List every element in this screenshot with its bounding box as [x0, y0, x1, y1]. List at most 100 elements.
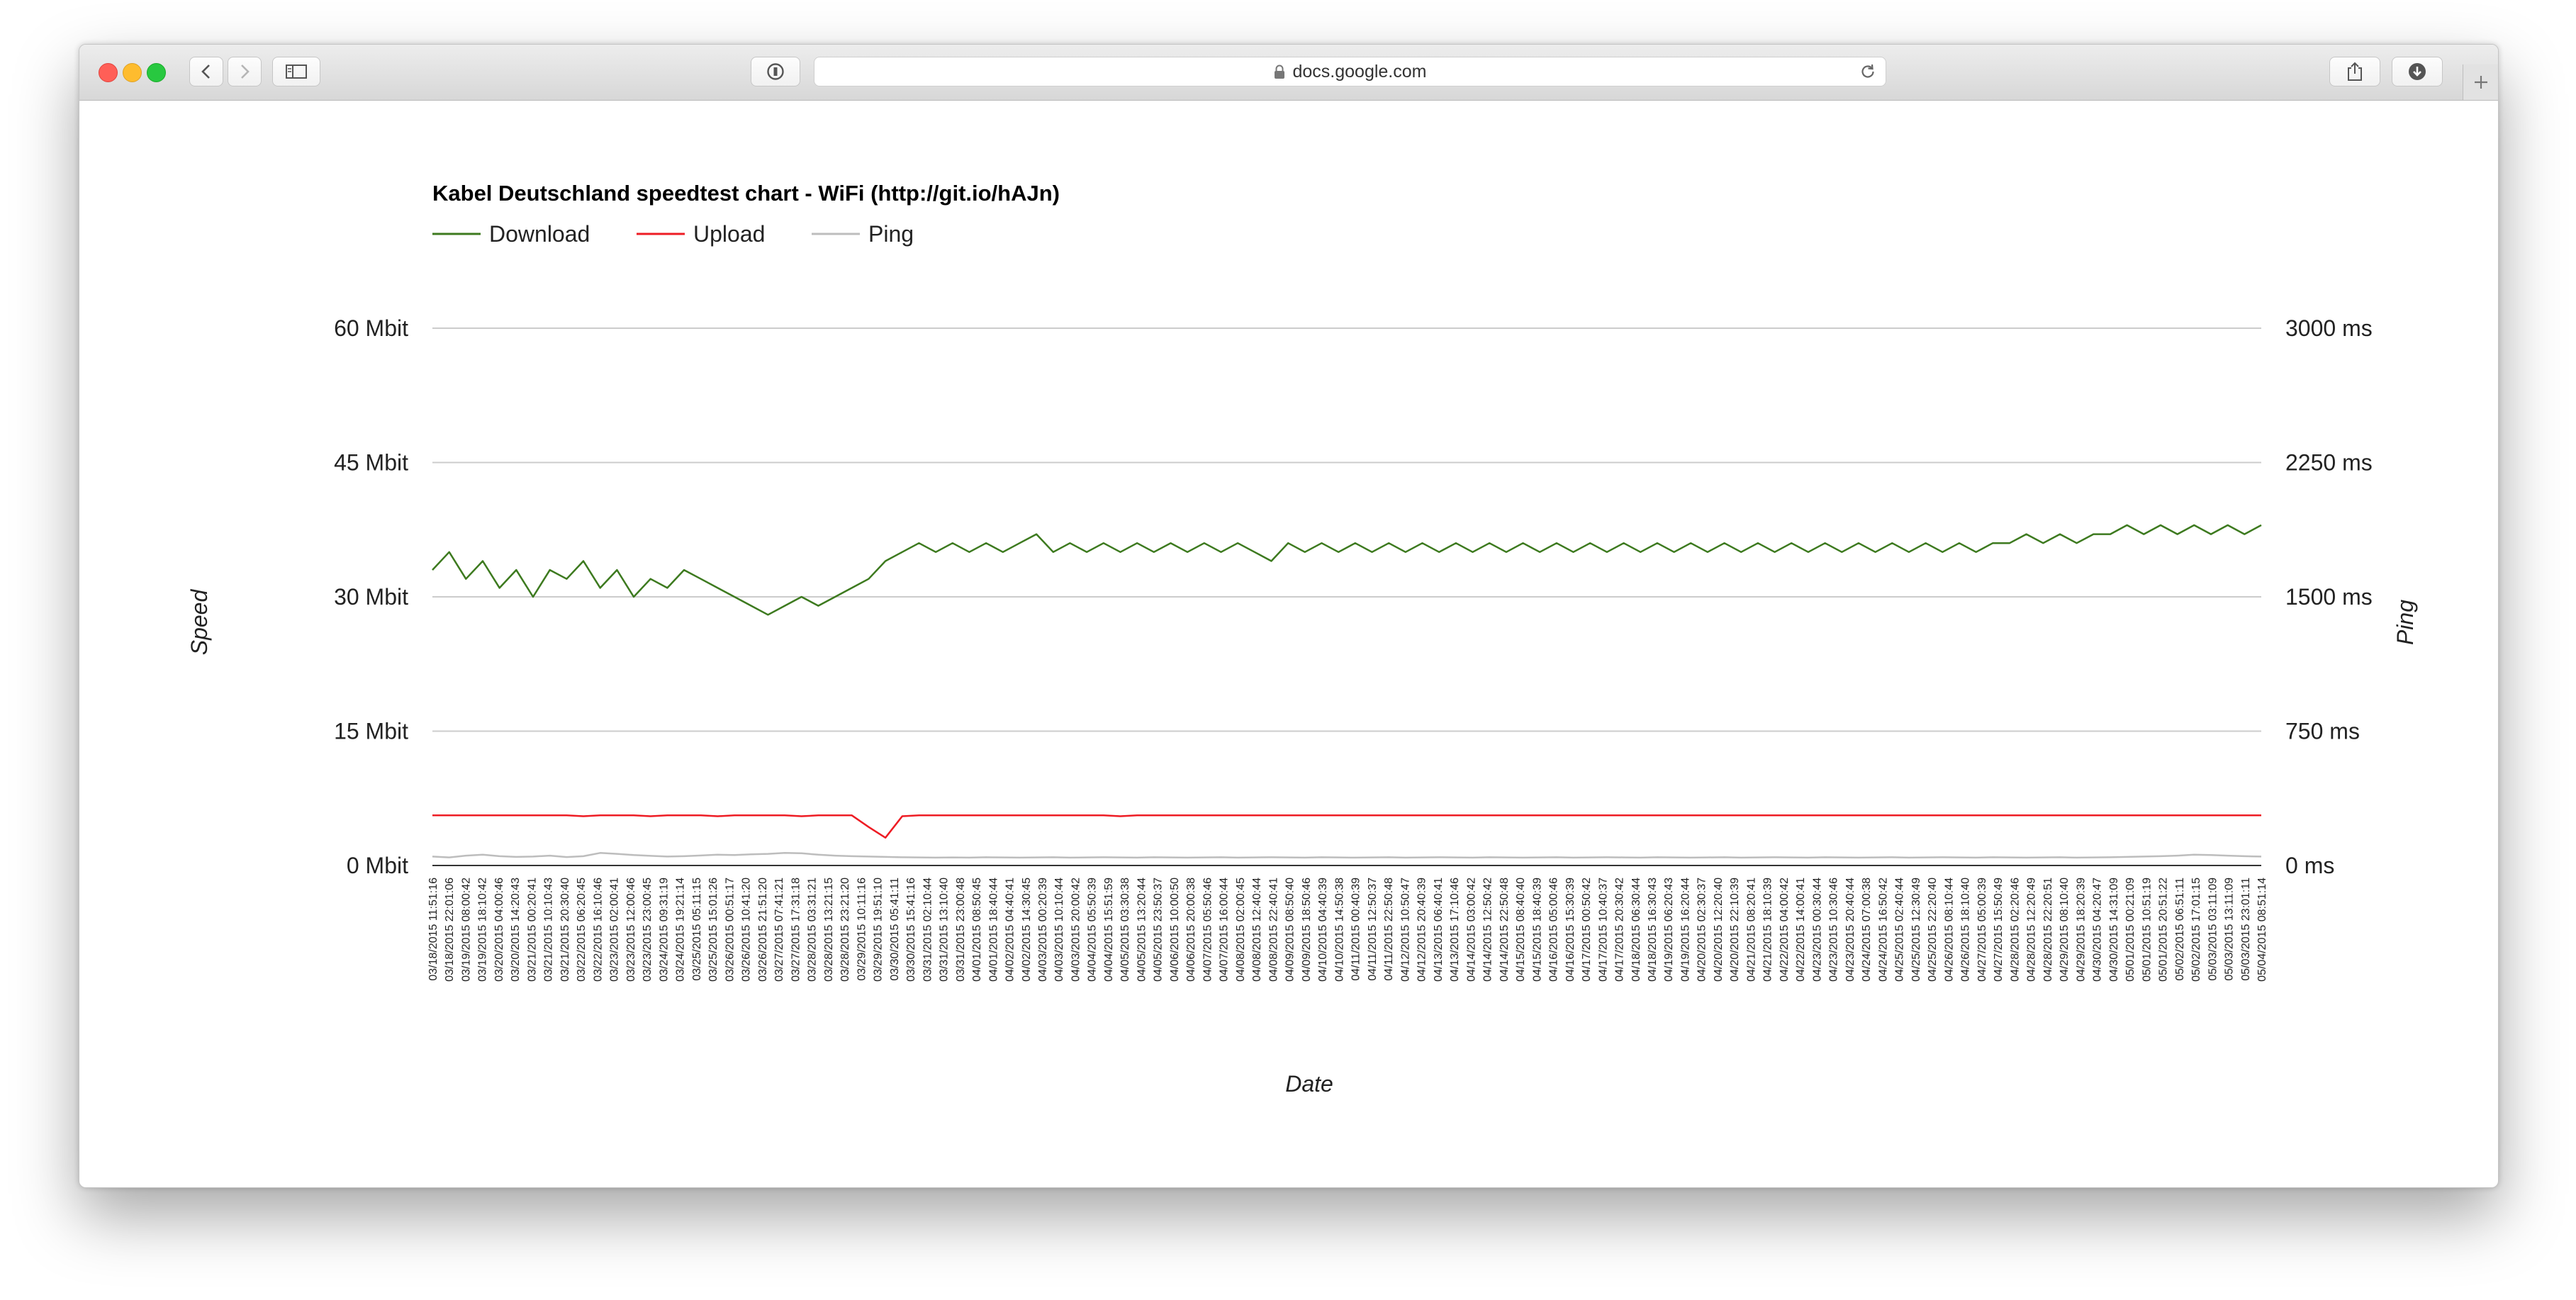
x-tick-label: 04/23/2015 20:40:44	[1844, 878, 1857, 982]
x-tick-label: 04/03/2015 00:20:39	[1037, 878, 1049, 982]
plus-icon	[2475, 76, 2487, 89]
x-tick-label: 04/30/2015 14:31:09	[2108, 878, 2120, 982]
x-tick-label: 04/14/2015 22:50:48	[1499, 878, 1511, 982]
x-tick-label: 04/02/2015 14:30:45	[1021, 878, 1033, 982]
x-tick-label: 04/22/2015 04:00:42	[1779, 878, 1791, 982]
x-tick-label: 04/16/2015 15:30:39	[1564, 878, 1577, 982]
url-text: docs.google.com	[1292, 61, 1427, 82]
x-tick-label: 05/01/2015 20:51:22	[2158, 878, 2170, 982]
share-button[interactable]	[2329, 57, 2380, 86]
x-tick-label: 04/21/2015 08:20:41	[1746, 878, 1758, 982]
x-tick-label: 04/22/2015 14:00:41	[1795, 878, 1807, 982]
x-tick-label: 04/18/2015 16:30:43	[1647, 878, 1659, 982]
series-line-ping[interactable]	[432, 852, 2262, 859]
right-tick-label: 750 ms	[2285, 719, 2360, 744]
x-axis-label: Date	[1285, 1071, 1333, 1097]
x-tick-label: 03/27/2015 07:41:21	[773, 878, 785, 982]
x-tick-label: 04/05/2015 03:30:38	[1119, 878, 1131, 982]
x-tick-label: 05/01/2015 10:51:19	[2141, 878, 2153, 982]
x-tick-label: 04/05/2015 13:20:44	[1136, 878, 1148, 982]
x-tick-label: 03/27/2015 17:31:18	[790, 878, 802, 982]
series-line-upload[interactable]	[432, 814, 2261, 839]
x-tick-label: 03/22/2015 16:10:46	[592, 878, 604, 982]
close-window-icon[interactable]	[99, 63, 118, 82]
reload-icon[interactable]	[1859, 62, 1877, 81]
x-tick-label: 04/16/2015 05:00:46	[1548, 878, 1560, 982]
x-tick-label: 04/09/2015 08:50:40	[1284, 878, 1297, 982]
chevron-right-icon	[241, 65, 250, 79]
zoom-window-icon[interactable]	[147, 63, 166, 82]
x-tick-label: 03/24/2015 19:21:14	[675, 878, 687, 982]
sidebar-button[interactable]	[272, 57, 320, 86]
x-tick-label: 04/09/2015 18:50:46	[1301, 878, 1313, 982]
legend-upload-label[interactable]: Upload	[693, 221, 765, 247]
x-tick-label: 05/01/2015 00:21:09	[2124, 878, 2137, 982]
x-tick-label: 04/11/2015 00:40:39	[1350, 878, 1362, 981]
sidebar-icon	[286, 65, 307, 79]
downloads-button[interactable]	[2392, 57, 2443, 86]
x-tick-label: 03/19/2015 18:10:42	[477, 878, 489, 982]
series-layer	[432, 524, 2262, 859]
right-axis-label: Ping	[2392, 600, 2418, 645]
x-tick-label: 04/02/2015 04:40:41	[1004, 878, 1017, 982]
x-tick-label: 03/24/2015 09:31:19	[658, 878, 670, 982]
new-tab-button[interactable]	[2463, 65, 2498, 100]
x-tick-label: 04/29/2015 18:20:39	[2075, 878, 2087, 982]
legend-ping-label[interactable]: Ping	[868, 221, 914, 247]
address-bar[interactable]: docs.google.com	[814, 57, 1886, 86]
x-tick-label: 03/22/2015 06:20:45	[576, 878, 588, 982]
x-tick-label: 03/28/2015 13:21:15	[823, 878, 835, 982]
x-tick-label: 04/21/2015 18:10:39	[1762, 878, 1774, 982]
back-button[interactable]	[189, 57, 223, 86]
x-tick-label: 04/28/2015 12:20:49	[2026, 878, 2038, 982]
x-tick-label: 04/26/2015 18:10:40	[1960, 878, 1972, 982]
left-tick-label: 60 Mbit	[334, 315, 408, 341]
x-tick-label: 04/12/2015 20:40:39	[1416, 878, 1428, 982]
x-tick-label: 05/03/2015 13:11:09	[2224, 878, 2236, 981]
x-tick-label: 03/31/2015 23:00:48	[955, 878, 967, 982]
left-axis-label: Speed	[186, 589, 212, 656]
share-icon	[2348, 62, 2362, 81]
x-tick-label: 04/03/2015 20:00:42	[1070, 878, 1082, 982]
left-tick-label: 45 Mbit	[334, 450, 408, 476]
x-tick-label: 04/10/2015 14:50:38	[1333, 878, 1345, 982]
x-tick-label: 04/20/2015 22:10:39	[1729, 878, 1741, 982]
series-line-download[interactable]	[432, 524, 2262, 616]
legend-download-label[interactable]: Download	[489, 221, 590, 247]
x-tick-label: 04/06/2015 10:00:50	[1169, 878, 1181, 982]
x-tick-label: 03/20/2015 04:00:46	[493, 878, 505, 982]
x-tick-label: 04/06/2015 20:00:38	[1185, 878, 1197, 982]
x-tick-label: 04/08/2015 22:40:41	[1267, 878, 1279, 982]
forward-button[interactable]	[228, 57, 262, 86]
x-tick-label: 03/28/2015 23:21:20	[839, 878, 851, 982]
x-tick-label: 04/26/2015 08:10:44	[1943, 878, 1955, 982]
x-tick-label: 03/30/2015 15:41:16	[905, 878, 917, 982]
browser-window: docs.google.com Kabel Deutschland speedt…	[79, 44, 2499, 1188]
x-axis-ticks: 03/18/2015 11:51:16 03/18/2015 22:01:06 03…	[427, 878, 2268, 982]
x-tick-label: 04/27/2015 05:00:39	[1976, 878, 1988, 982]
x-tick-label: 04/04/2015 05:50:39	[1087, 878, 1099, 982]
page-content: Kabel Deutschland speedtest chart - WiFi…	[79, 101, 2498, 1187]
left-axis-ticks: 0 Mbit 15 Mbit 30 Mbit 45 Mbit 60 Mbit	[334, 315, 408, 878]
x-tick-label: 04/25/2015 12:30:49	[1910, 878, 1922, 982]
x-tick-label: 04/17/2015 10:40:37	[1597, 878, 1609, 982]
download-icon	[2409, 63, 2426, 80]
x-tick-label: 03/26/2015 10:41:20	[741, 878, 753, 982]
x-tick-label: 04/29/2015 08:10:40	[2059, 878, 2071, 982]
x-tick-label: 04/20/2015 02:30:37	[1696, 878, 1708, 982]
x-tick-label: 04/07/2015 05:50:46	[1202, 878, 1214, 982]
reader-button[interactable]	[751, 57, 800, 86]
legend: Download Upload Ping	[432, 221, 914, 247]
lock-icon	[1275, 65, 1285, 79]
x-tick-label: 03/26/2015 00:51:17	[724, 878, 736, 982]
x-tick-label: 04/08/2015 12:40:44	[1251, 878, 1263, 982]
x-tick-label: 04/18/2015 06:30:44	[1630, 878, 1642, 982]
minimize-window-icon[interactable]	[123, 63, 142, 82]
reader-icon	[767, 63, 784, 80]
x-tick-label: 03/18/2015 11:51:16	[427, 878, 439, 981]
x-tick-label: 04/15/2015 18:40:39	[1531, 878, 1543, 982]
x-tick-label: 05/03/2015 03:11:09	[2207, 878, 2219, 981]
right-tick-label: 0 ms	[2285, 853, 2334, 878]
x-tick-label: 04/25/2015 22:20:40	[1927, 878, 1939, 982]
x-tick-label: 03/29/2015 19:51:10	[873, 878, 885, 982]
